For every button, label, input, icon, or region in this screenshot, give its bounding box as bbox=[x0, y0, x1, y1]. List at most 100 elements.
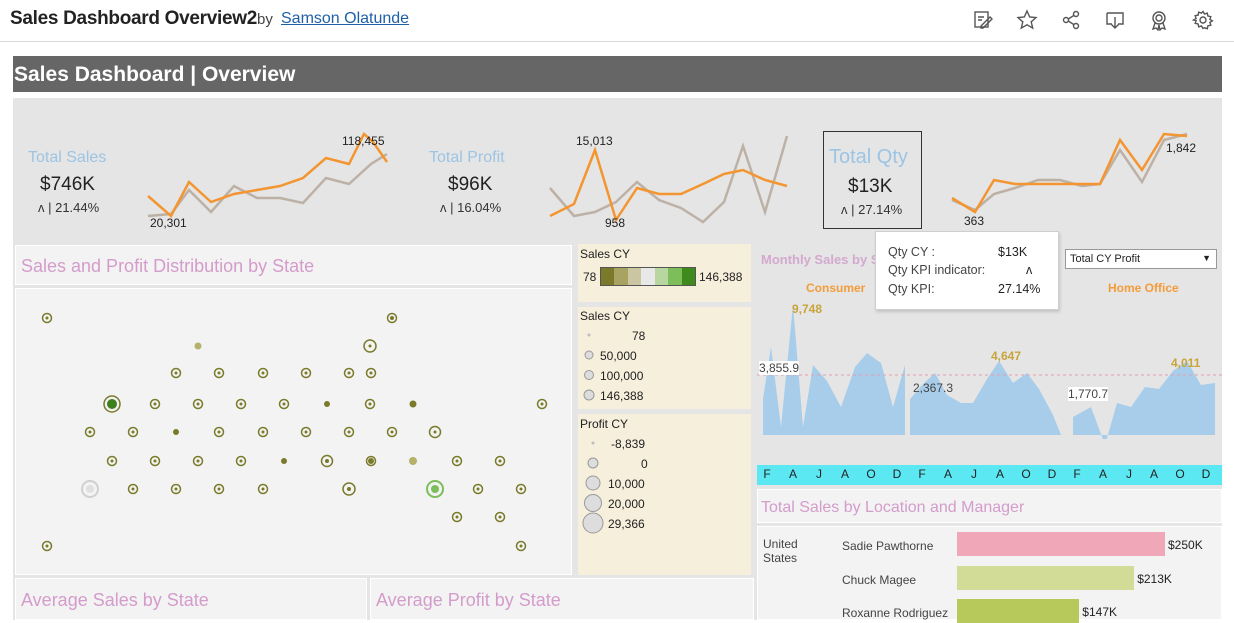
badge-icon[interactable] bbox=[1148, 9, 1170, 32]
avg-profit-panel: Average Profit by State bbox=[370, 578, 754, 620]
measure-dropdown-value: Total CY Profit bbox=[1070, 253, 1141, 265]
state-map[interactable] bbox=[15, 288, 572, 575]
workbook-title: Sales Dashboard Overview2 bbox=[10, 8, 258, 29]
profit-size-item: 10,000 bbox=[608, 477, 645, 491]
month-label: A bbox=[1149, 467, 1158, 481]
month-label: O bbox=[866, 467, 876, 481]
segment-label: Home Office bbox=[1108, 281, 1179, 295]
sales-size-item: 100,000 bbox=[600, 369, 644, 383]
month-label: A bbox=[840, 467, 849, 481]
kpi-profit-change: ʌ | 16.04% bbox=[440, 200, 502, 215]
kpi-profit-title: Total Profit bbox=[429, 149, 505, 166]
consumer-average-label: 3,855.9 bbox=[759, 361, 800, 375]
corporate-average-label: 2,367.3 bbox=[913, 381, 954, 395]
kpi-sales-title: Total Sales bbox=[28, 149, 107, 166]
qty-min-label: 363 bbox=[964, 214, 985, 228]
monthly-title: Monthly Sales by S bbox=[761, 252, 880, 267]
month-label: D bbox=[1047, 467, 1057, 481]
manager-label: Sadie Pawthorne bbox=[842, 539, 934, 553]
month-label: O bbox=[1175, 467, 1185, 481]
star-icon[interactable] bbox=[1016, 9, 1038, 31]
qty-sparkline bbox=[951, 132, 1188, 214]
kpi-qty-title: Total Qty bbox=[829, 146, 908, 168]
distribution-title-panel: Sales and Profit Distribution by State bbox=[15, 245, 572, 285]
by-label: by bbox=[257, 11, 273, 28]
profit-size-item: 20,000 bbox=[608, 497, 645, 511]
sales-size-legend-title: Sales CY bbox=[580, 309, 631, 323]
avg-profit-title: Average Profit by State bbox=[376, 590, 561, 610]
download-icon[interactable] bbox=[1104, 9, 1126, 31]
month-label: D bbox=[1201, 467, 1211, 481]
share-icon[interactable] bbox=[1060, 9, 1082, 31]
sales-size-item: 78 bbox=[632, 329, 646, 343]
sales-color-legend: Sales CY 78 146,388 bbox=[578, 244, 751, 302]
profit-size-legend-title: Profit CY bbox=[580, 417, 629, 431]
month-label: F bbox=[918, 467, 926, 481]
sales-size-item: 146,388 bbox=[600, 389, 644, 403]
month-label: A bbox=[788, 467, 797, 481]
month-label: J bbox=[816, 467, 822, 481]
month-label: O bbox=[1021, 467, 1031, 481]
sales-prior-line bbox=[147, 152, 388, 218]
sales-color-max: 146,388 bbox=[699, 270, 743, 284]
kpi-sales-change: ʌ | 21.44% bbox=[38, 200, 100, 215]
settings-icon[interactable] bbox=[1191, 9, 1214, 31]
corporate-peak-label: 4,647 bbox=[991, 349, 1022, 363]
month-label: J bbox=[1126, 467, 1132, 481]
qty-tooltip: Qty CY : $13K Qty KPI indicator: ʌ Qty K… bbox=[875, 231, 1059, 310]
dropdown-arrow-icon: ▼ bbox=[1202, 253, 1211, 263]
month-label: F bbox=[763, 467, 771, 481]
sales-size-item: 50,000 bbox=[600, 349, 637, 363]
profit-max-label: 15,013 bbox=[576, 134, 613, 148]
sales-min-label: 20,301 bbox=[150, 216, 187, 230]
edit-icon[interactable] bbox=[972, 9, 994, 31]
location-bar-chart: United States Sadie Pawthorne Chuck Mage… bbox=[757, 526, 1222, 623]
distribution-title: Sales and Profit Distribution by State bbox=[21, 256, 315, 276]
state-map-dots bbox=[41, 312, 548, 552]
author-link[interactable]: Samson Olatunde bbox=[281, 10, 409, 28]
location-title-panel: Total Sales by Location and Manager bbox=[757, 489, 1222, 523]
top-bar: Sales Dashboard Overview2 by Samson Olat… bbox=[0, 0, 1234, 42]
tooltip-label: Qty KPI indicator: bbox=[888, 263, 986, 277]
qty-max-label: 1,842 bbox=[1166, 141, 1197, 155]
country-label: United States bbox=[763, 537, 798, 565]
month-label: A bbox=[995, 467, 1004, 481]
manager-bar-value: $250K bbox=[1168, 538, 1203, 552]
sales-color-min: 78 bbox=[583, 270, 597, 284]
sales-max-label: 118,455 bbox=[342, 134, 385, 148]
sales-color-ramp bbox=[600, 267, 696, 286]
manager-label: Chuck Magee bbox=[842, 573, 917, 587]
tooltip-label: Qty CY : bbox=[888, 245, 936, 259]
kpi-qty-change: ʌ | 27.14% bbox=[841, 202, 903, 217]
segment-label: Consumer bbox=[806, 281, 866, 295]
sales-color-legend-title: Sales CY bbox=[580, 247, 631, 261]
tooltip-value: $13K bbox=[998, 245, 1028, 259]
consumer-peak-label: 9,748 bbox=[792, 302, 823, 316]
profit-current-line bbox=[549, 146, 788, 223]
manager-bar-value: $147K bbox=[1082, 605, 1117, 619]
profit-size-item: 0 bbox=[641, 457, 648, 471]
qty-prior-line bbox=[951, 132, 1188, 212]
manager-bar[interactable] bbox=[957, 599, 1080, 623]
home-office-peak-label: 4,011 bbox=[1171, 356, 1201, 370]
sales-size-legend: Sales CY 78 50,000 100,000 146,388 bbox=[578, 307, 751, 409]
manager-bar[interactable] bbox=[957, 566, 1135, 590]
kpi-qty-value: $13K bbox=[848, 176, 893, 197]
profit-size-legend: Profit CY -8,839 0 10,000 20,000 29,366 bbox=[578, 414, 751, 575]
monthly-area-chart bbox=[757, 305, 1222, 439]
month-label: A bbox=[943, 467, 952, 481]
measure-dropdown[interactable]: Total CY Profit ▼ bbox=[1065, 249, 1217, 269]
month-label: D bbox=[892, 467, 902, 481]
tooltip-label: Qty KPI: bbox=[888, 282, 935, 296]
profit-size-marks bbox=[582, 441, 604, 534]
avg-sales-title: Average Sales by State bbox=[21, 590, 209, 610]
tooltip-value: ʌ bbox=[1026, 263, 1033, 277]
profit-min-label: 958 bbox=[605, 216, 626, 230]
profit-size-item: 29,366 bbox=[608, 517, 645, 531]
month-label: J bbox=[971, 467, 977, 481]
kpi-profit-value: $96K bbox=[448, 174, 493, 195]
dashboard-title: Sales Dashboard | Overview bbox=[13, 56, 1222, 92]
location-title: Total Sales by Location and Manager bbox=[761, 499, 1025, 516]
manager-bar[interactable] bbox=[957, 532, 1165, 556]
month-label: F bbox=[1073, 467, 1081, 481]
